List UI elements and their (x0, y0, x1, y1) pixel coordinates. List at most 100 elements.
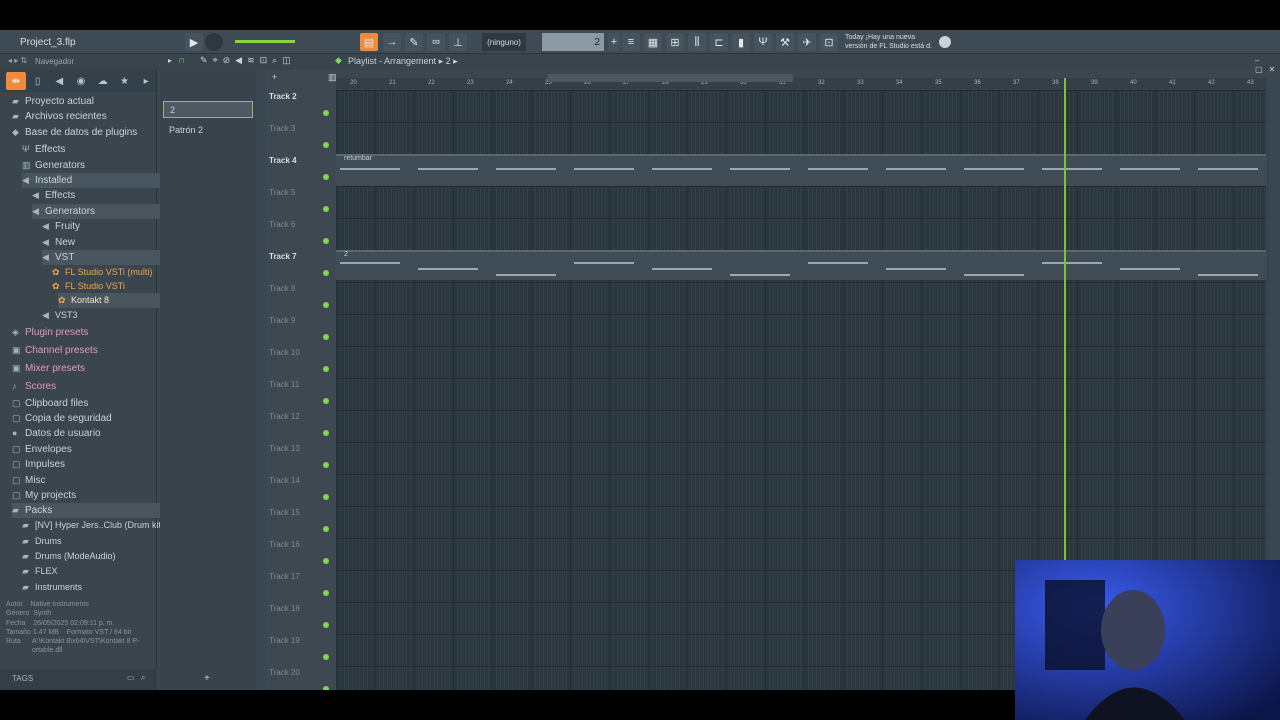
tree-item[interactable]: ▰ [NV] Hyper Jers..Club (Drum kit) (22, 518, 172, 533)
magnet-icon[interactable]: ∩ (178, 55, 185, 66)
track-header[interactable]: Track 9 (266, 314, 336, 346)
track-enable-led[interactable] (323, 654, 329, 660)
tree-item[interactable]: ● Datos de usuario (12, 426, 162, 441)
globe-icon[interactable] (939, 36, 951, 48)
stamp-button[interactable]: ⊥ (449, 33, 467, 51)
horizontal-scrollbar[interactable] (548, 74, 793, 82)
playlist-clip[interactable]: retumbar (336, 154, 1266, 186)
news-panel[interactable]: Today ¡Hay una nueva versión de FL Studi… (845, 32, 932, 52)
tree-item[interactable]: Ψ Effects (22, 142, 172, 157)
track-enable-led[interactable] (323, 238, 329, 244)
track-header[interactable]: Track 14 (266, 474, 336, 506)
browser-arrows-icon[interactable]: ◂ ▸ ⇅ (8, 56, 27, 65)
tags-bar[interactable]: TAGS ▭ ⌕ (0, 670, 157, 690)
track-header[interactable]: Track 6 (266, 218, 336, 250)
cloud-button[interactable]: ✈ (798, 33, 816, 51)
tree-item[interactable]: ▥ Generators (22, 158, 172, 173)
playlist-menu-arrow-icon[interactable]: ▸ (168, 56, 172, 65)
track-header[interactable]: Track 16 (266, 538, 336, 570)
play-button[interactable]: ▶ (185, 33, 203, 51)
tree-item[interactable]: ▢ My projects (12, 488, 162, 503)
track-header[interactable]: Track 7 (266, 250, 336, 282)
tree-item[interactable]: ▰ Packs (12, 503, 162, 518)
track-enable-led[interactable] (323, 494, 329, 500)
track-enable-led[interactable] (323, 558, 329, 564)
track-header[interactable]: Track 10 (266, 346, 336, 378)
track-header[interactable]: Track 19 (266, 634, 336, 666)
preset-select[interactable]: (ninguno) (482, 33, 526, 51)
add-pattern-button[interactable]: + (608, 33, 620, 51)
track-enable-led[interactable] (323, 398, 329, 404)
tree-item[interactable]: ▢ Misc (12, 473, 162, 488)
piano-roll-button[interactable]: ▦ (644, 33, 662, 51)
star-filter-button[interactable]: ★ (115, 72, 135, 90)
tree-item[interactable]: ▣ Channel presets (12, 343, 162, 358)
master-volume-slider[interactable] (235, 40, 295, 43)
tree-item[interactable]: ▰ Archivos recientes (12, 109, 162, 124)
track-enable-led[interactable] (323, 270, 329, 276)
tree-item[interactable]: ▢ Copia de seguridad (12, 411, 162, 426)
track-header[interactable]: Track 17 (266, 570, 336, 602)
tree-item[interactable]: ▣ Mixer presets (12, 361, 162, 376)
track-header[interactable]: Track 11 (266, 378, 336, 410)
track-header[interactable]: Track 5 (266, 186, 336, 218)
plugin-filter-button[interactable]: ◉ (71, 72, 91, 90)
track-enable-led[interactable] (323, 366, 329, 372)
playlist-tools[interactable]: ✎⌖⊘◀≋⊡⌕◫ (200, 55, 296, 66)
link-button[interactable]: ∞ (427, 33, 445, 51)
track-enable-led[interactable] (323, 174, 329, 180)
playhead[interactable] (1064, 78, 1066, 588)
tree-item[interactable]: ♪ Scores (12, 379, 162, 394)
folder-icon[interactable]: ▭ (127, 673, 135, 682)
pattern-song-toggle[interactable]: ▤ (360, 33, 378, 51)
next-button[interactable]: → (383, 33, 401, 51)
track-enable-led[interactable] (323, 430, 329, 436)
plugin-button[interactable]: Ψ (754, 33, 772, 51)
track-header[interactable]: Track 20 (266, 666, 336, 690)
playlist-button[interactable]: ≡ (622, 33, 640, 51)
pattern-item[interactable]: Patrón 2 (163, 122, 253, 139)
playlist-play-icon[interactable]: ◆ (335, 55, 342, 66)
track-header[interactable]: Track 8 (266, 282, 336, 314)
tree-item[interactable]: ▰ Instruments (22, 580, 172, 595)
pencil-button[interactable]: ✎ (405, 33, 423, 51)
cloud-filter-button[interactable]: ☁ (93, 72, 113, 90)
add-track-icon[interactable]: + (272, 72, 277, 82)
playlist-clip[interactable]: 2 (336, 250, 1266, 280)
track-header[interactable]: Track 4 (266, 154, 336, 186)
track-header[interactable]: Track 3 (266, 122, 336, 154)
track-enable-led[interactable] (323, 462, 329, 468)
tree-item[interactable]: ▢ Clipboard files (12, 396, 162, 411)
track-enable-led[interactable] (323, 334, 329, 340)
files-filter-button[interactable]: ▯ (28, 72, 48, 90)
tree-item[interactable]: ◀ Installed (22, 173, 172, 188)
track-header[interactable]: Track 18 (266, 602, 336, 634)
tempo-knob[interactable] (205, 33, 223, 51)
tree-item[interactable]: ▢ Impulses (12, 457, 162, 472)
track-enable-led[interactable] (323, 302, 329, 308)
browser-button[interactable]: ⊏ (710, 33, 728, 51)
mixer-button[interactable]: ⫼ (688, 33, 706, 51)
window-controls[interactable]: –▢✕ (1255, 56, 1280, 74)
timeline-ruler[interactable]: 20 21 22 23 24 25 26 27 28 29 30 31 32 33 34 35 36 37 38 39… (336, 78, 1266, 90)
track-header[interactable]: Track 13 (266, 442, 336, 474)
tree-item[interactable]: ▰ Proyecto actual (12, 94, 162, 109)
project-button[interactable]: ▮ (732, 33, 750, 51)
search-icon[interactable]: ⌕ (141, 673, 145, 683)
tree-item[interactable]: ▰ Drums (ModeAudio) (22, 549, 172, 564)
track-enable-led[interactable] (323, 590, 329, 596)
tree-item[interactable]: ◈ Plugin presets (12, 325, 162, 340)
track-enable-led[interactable] (323, 622, 329, 628)
store-button[interactable]: ⊡ (820, 33, 838, 51)
track-enable-led[interactable] (323, 206, 329, 212)
track-header[interactable]: Track 15 (266, 506, 336, 538)
speaker-filter-button[interactable]: ◀ (49, 72, 69, 90)
more-button[interactable]: ▸ (136, 72, 156, 90)
all-filter-button[interactable]: ⇹ (6, 72, 26, 90)
track-enable-led[interactable] (323, 142, 329, 148)
track-enable-led[interactable] (323, 526, 329, 532)
tree-item[interactable]: ▰ Drums (22, 534, 172, 549)
pattern-item-selected[interactable]: 2 (163, 101, 253, 118)
tree-item[interactable]: ▢ Envelopes (12, 442, 162, 457)
tree-item[interactable]: ◆ Base de datos de plugins (12, 125, 162, 140)
